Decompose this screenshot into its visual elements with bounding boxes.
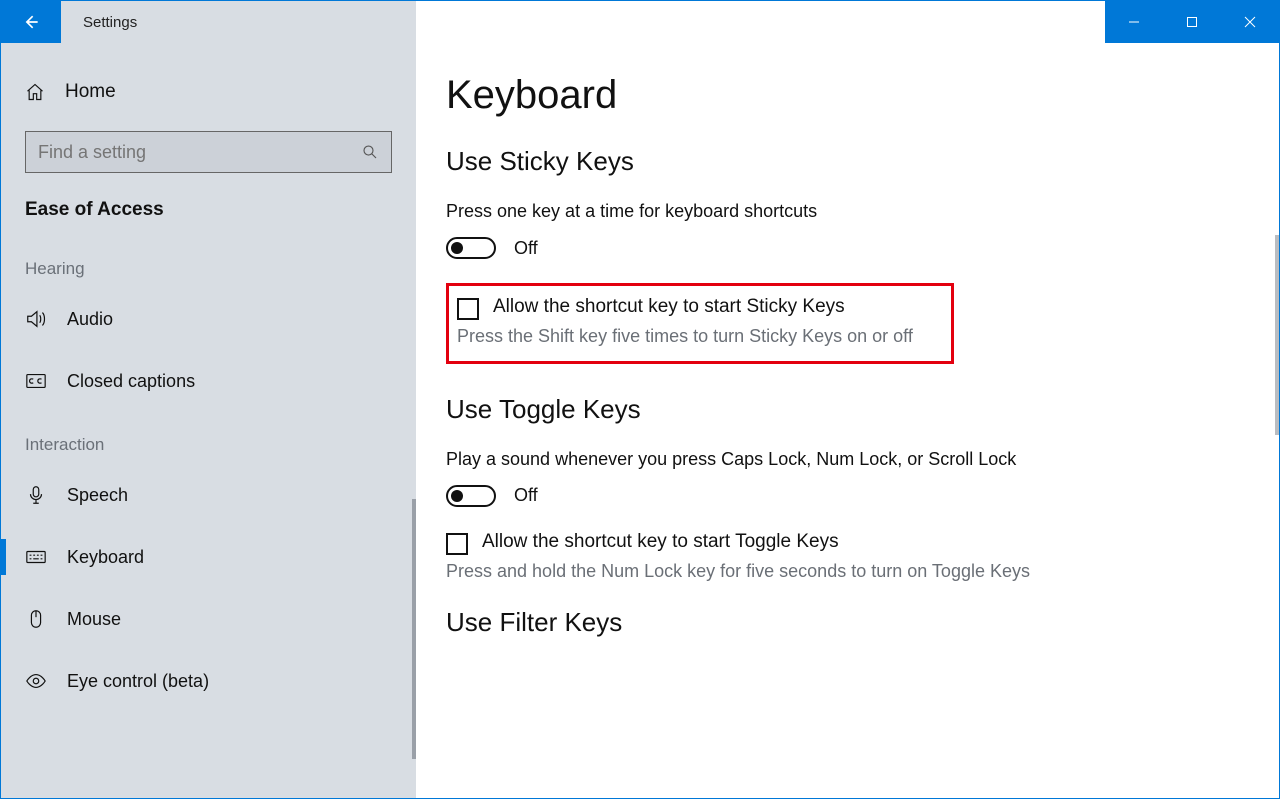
sticky-toggle[interactable]: [446, 237, 496, 259]
home-icon: [25, 82, 45, 102]
sticky-desc: Press one key at a time for keyboard sho…: [446, 199, 1036, 223]
back-button[interactable]: [1, 1, 61, 43]
search-icon: [361, 143, 379, 161]
section-sticky-keys: Use Sticky Keys: [446, 146, 1219, 177]
sidebar: Home Ease of Access Hearing Audio Closed…: [1, 43, 416, 798]
sticky-shortcut-label: Allow the shortcut key to start Sticky K…: [493, 296, 845, 318]
microphone-icon: [25, 484, 47, 506]
togglekeys-shortcut-row: Allow the shortcut key to start Toggle K…: [446, 531, 1219, 555]
maximize-icon: [1186, 16, 1198, 28]
maximize-button[interactable]: [1163, 1, 1221, 43]
sidebar-item-label: Eye control (beta): [67, 671, 209, 692]
sticky-toggle-state: Off: [514, 238, 538, 259]
sidebar-home[interactable]: Home: [25, 81, 392, 103]
togglekeys-shortcut-block: Allow the shortcut key to start Toggle K…: [446, 531, 1219, 583]
sidebar-item-label: Keyboard: [67, 547, 144, 568]
toggle-knob: [451, 242, 463, 254]
togglekeys-shortcut-label: Allow the shortcut key to start Toggle K…: [482, 531, 839, 553]
sidebar-item-eye-control[interactable]: Eye control (beta): [1, 657, 392, 705]
togglekeys-toggle-row: Off: [446, 485, 1219, 507]
group-label-hearing: Hearing: [25, 259, 392, 279]
mouse-icon: [25, 608, 47, 630]
page-title: Keyboard: [446, 73, 1219, 118]
title-bar: Settings: [1, 1, 1279, 43]
section-toggle-keys: Use Toggle Keys: [446, 394, 1219, 425]
sticky-shortcut-checkbox[interactable]: [457, 298, 479, 320]
search-input[interactable]: [38, 142, 361, 163]
togglekeys-desc: Play a sound whenever you press Caps Loc…: [446, 447, 1036, 471]
sidebar-item-closed-captions[interactable]: Closed captions: [1, 357, 392, 405]
sidebar-category: Ease of Access: [25, 199, 392, 221]
togglekeys-shortcut-hint: Press and hold the Num Lock key for five…: [446, 559, 1036, 583]
sidebar-item-label: Closed captions: [67, 371, 195, 392]
togglekeys-toggle[interactable]: [446, 485, 496, 507]
main-content: Keyboard Use Sticky Keys Press one key a…: [416, 43, 1279, 798]
toggle-knob: [451, 490, 463, 502]
minimize-button[interactable]: [1105, 1, 1163, 43]
minimize-icon: [1128, 16, 1140, 28]
arrow-left-icon: [21, 12, 41, 32]
sidebar-item-label: Speech: [67, 485, 128, 506]
content-scrollbar[interactable]: [1275, 235, 1279, 435]
sticky-shortcut-highlight: Allow the shortcut key to start Sticky K…: [446, 283, 954, 363]
eye-icon: [25, 670, 47, 692]
sidebar-item-label: Mouse: [67, 609, 121, 630]
sticky-toggle-row: Off: [446, 237, 1219, 259]
togglekeys-shortcut-checkbox[interactable]: [446, 533, 468, 555]
window-title: Settings: [61, 1, 416, 43]
cc-icon: [25, 370, 47, 392]
sticky-shortcut-hint: Press the Shift key five times to turn S…: [457, 324, 937, 348]
close-icon: [1244, 16, 1256, 28]
togglekeys-toggle-state: Off: [514, 485, 538, 506]
sidebar-item-mouse[interactable]: Mouse: [1, 595, 392, 643]
title-spacer: [416, 1, 1105, 43]
audio-icon: [25, 308, 47, 330]
search-box[interactable]: [25, 131, 392, 173]
sidebar-item-audio[interactable]: Audio: [1, 295, 392, 343]
sidebar-item-keyboard[interactable]: Keyboard: [1, 533, 392, 581]
section-filter-keys: Use Filter Keys: [446, 607, 1219, 638]
sidebar-item-speech[interactable]: Speech: [1, 471, 392, 519]
sticky-shortcut-row: Allow the shortcut key to start Sticky K…: [457, 296, 937, 320]
home-label: Home: [65, 81, 116, 103]
sidebar-item-label: Audio: [67, 309, 113, 330]
close-button[interactable]: [1221, 1, 1279, 43]
group-label-interaction: Interaction: [25, 435, 392, 455]
keyboard-icon: [25, 546, 47, 568]
